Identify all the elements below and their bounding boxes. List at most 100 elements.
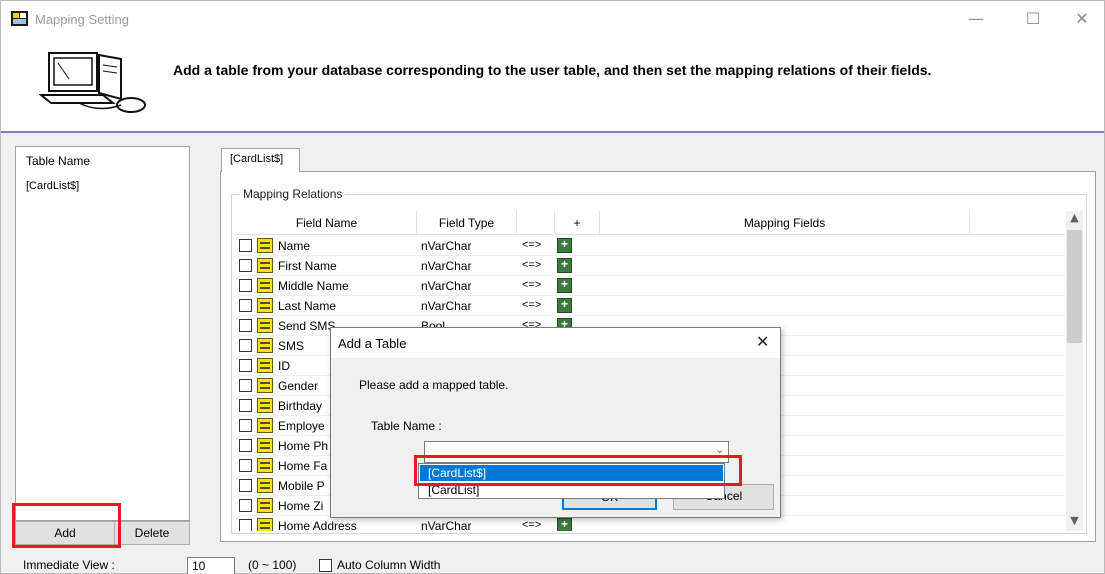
delete-button[interactable]: Delete: [114, 521, 190, 545]
mapping-setting-window: Mapping Setting — ☐ ✕ Add a table from y…: [0, 0, 1105, 574]
field-icon: [257, 258, 273, 273]
field-icon: [257, 478, 273, 493]
computer-illustration-icon: [39, 52, 146, 113]
row-checkbox[interactable]: [239, 299, 252, 312]
immediate-view-label: Immediate View :: [23, 558, 115, 572]
field-name-cell: Mobile P: [278, 479, 325, 493]
field-icon: [257, 438, 273, 453]
field-icon: [257, 278, 273, 293]
mapping-operator-cell: <=>: [522, 259, 542, 271]
column-header-field-name[interactable]: Field Name: [237, 211, 417, 235]
table-list-panel: Table Name [CardList$]: [15, 146, 190, 521]
scroll-up-icon[interactable]: ▲: [1066, 211, 1083, 228]
scroll-thumb[interactable]: [1067, 230, 1082, 343]
app-icon: [11, 11, 28, 26]
row-checkbox[interactable]: [239, 519, 252, 531]
add-mapping-icon[interactable]: [557, 297, 572, 313]
field-name-cell: Send SMS: [278, 319, 336, 333]
tab-cardlist[interactable]: [CardList$]: [221, 148, 300, 172]
chevron-down-icon[interactable]: ⌄: [716, 445, 724, 456]
maximize-button[interactable]: ☐: [1010, 5, 1056, 33]
dialog-close-icon[interactable]: ✕: [756, 332, 769, 351]
dropdown-option[interactable]: [CardList]: [420, 482, 723, 498]
add-mapping-icon[interactable]: [557, 517, 572, 531]
instruction-text: Add a table from your database correspon…: [173, 62, 932, 78]
field-name-cell: Last Name: [278, 299, 337, 313]
field-name-cell: Gender: [278, 379, 319, 393]
mapping-operator-cell: <=>: [522, 519, 542, 531]
auto-column-width-checkbox[interactable]: [319, 559, 332, 572]
row-checkbox[interactable]: [239, 359, 252, 372]
table-row[interactable]: Home Address nVarChar <=>: [237, 516, 1065, 531]
field-icon: [257, 498, 273, 513]
table-row[interactable]: Last Name nVarChar <=>: [237, 296, 1065, 316]
column-header-mapping-fields[interactable]: Mapping Fields: [600, 211, 970, 235]
field-icon: [257, 398, 273, 413]
table-list-header: Table Name: [26, 154, 91, 168]
row-checkbox[interactable]: [239, 379, 252, 392]
header-banner: Add a table from your database correspon…: [1, 37, 1104, 133]
field-icon: [257, 298, 273, 313]
field-name-cell: Home Address: [278, 519, 357, 531]
field-icon: [257, 418, 273, 433]
field-name-cell: SMS: [278, 339, 305, 353]
field-name-cell: Middle Name: [278, 279, 349, 293]
mapping-operator-cell: <=>: [522, 279, 542, 291]
table-name-dropdown-list: [CardList$] [CardList]: [418, 463, 725, 499]
column-header-operator[interactable]: [517, 211, 555, 235]
field-name-cell: Home Zi: [278, 499, 324, 513]
field-name-cell: Employe: [278, 419, 325, 433]
field-icon: [257, 338, 273, 353]
field-icon: [257, 318, 273, 333]
scroll-down-icon[interactable]: ▼: [1066, 514, 1083, 531]
row-checkbox[interactable]: [239, 279, 252, 292]
table-name-combobox[interactable]: ⌄: [424, 441, 729, 463]
field-icon: [257, 518, 273, 531]
row-checkbox[interactable]: [239, 459, 252, 472]
row-checkbox[interactable]: [239, 479, 252, 492]
field-name-cell: ID: [278, 359, 290, 373]
table-row[interactable]: First Name nVarChar <=>: [237, 256, 1065, 276]
row-checkbox[interactable]: [239, 439, 252, 452]
row-checkbox[interactable]: [239, 319, 252, 332]
close-button[interactable]: ✕: [1059, 5, 1105, 33]
immediate-view-input[interactable]: 10: [187, 557, 235, 574]
field-icon: [257, 458, 273, 473]
row-checkbox[interactable]: [239, 239, 252, 252]
add-mapping-icon[interactable]: [557, 237, 572, 253]
field-name-cell: Name: [278, 239, 311, 253]
add-mapping-icon[interactable]: [557, 277, 572, 293]
auto-column-width-label: Auto Column Width: [337, 558, 441, 572]
dialog-title: Add a Table: [338, 336, 407, 351]
row-checkbox[interactable]: [239, 339, 252, 352]
row-checkbox[interactable]: [239, 499, 252, 512]
field-name-cell: Birthday: [278, 399, 323, 413]
dropdown-option-selected[interactable]: [CardList$]: [420, 465, 723, 481]
dialog-title-bar: Add a Table ✕: [331, 328, 780, 358]
field-type-cell: nVarChar: [421, 239, 472, 253]
field-icon: [257, 358, 273, 373]
row-checkbox[interactable]: [239, 399, 252, 412]
field-type-cell: nVarChar: [421, 259, 472, 273]
grid-scrollbar[interactable]: ▲ ▼: [1066, 211, 1083, 531]
table-row[interactable]: Name nVarChar <=>: [237, 236, 1065, 256]
field-name-cell: Home Ph: [278, 439, 329, 453]
table-list-item[interactable]: [CardList$]: [26, 180, 79, 192]
field-type-cell: nVarChar: [421, 279, 472, 293]
field-name-cell: Home Fa: [278, 459, 328, 473]
bottom-bar: Immediate View : 10 (0 ~ 100) Auto Colum…: [15, 557, 1095, 574]
row-checkbox[interactable]: [239, 259, 252, 272]
column-header-field-type[interactable]: Field Type: [417, 211, 517, 235]
table-row[interactable]: Middle Name nVarChar <=>: [237, 276, 1065, 296]
field-type-cell: nVarChar: [421, 519, 472, 531]
table-name-label: Table Name :: [371, 419, 442, 433]
range-label: (0 ~ 100): [248, 558, 297, 572]
field-name-cell: First Name: [278, 259, 337, 273]
title-bar: Mapping Setting — ☐ ✕: [1, 1, 1104, 37]
row-checkbox[interactable]: [239, 419, 252, 432]
add-button[interactable]: Add: [15, 521, 115, 545]
minimize-button[interactable]: —: [953, 5, 999, 33]
mapping-relations-label: Mapping Relations: [240, 187, 346, 201]
add-mapping-icon[interactable]: [557, 257, 572, 273]
column-header-add[interactable]: +: [555, 211, 600, 235]
